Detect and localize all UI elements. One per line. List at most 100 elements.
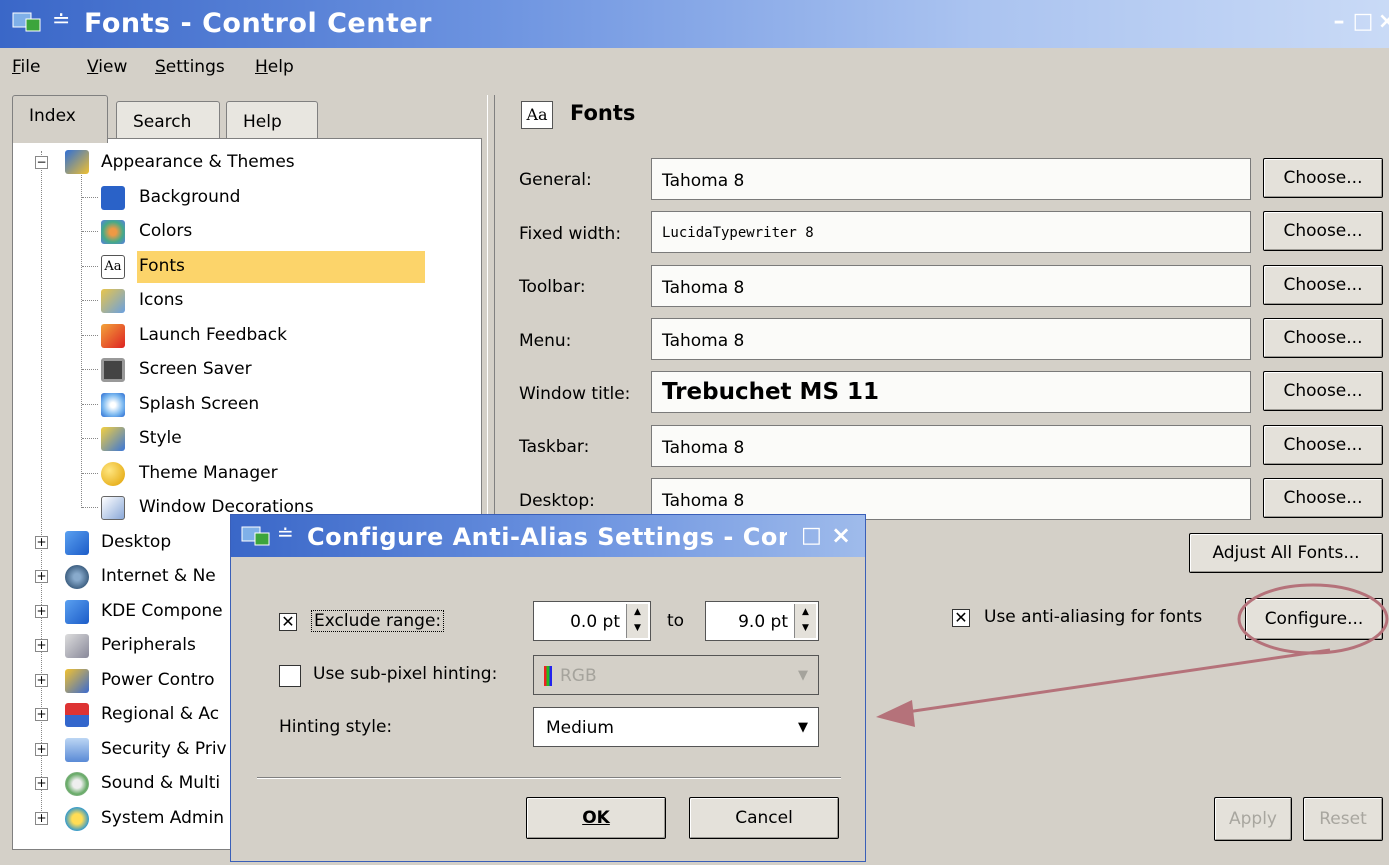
dialog-title: Configure Anti-Alias Settings - Contr — [307, 523, 787, 551]
tree-item-appearance-themes[interactable]: − Appearance & Themes — [13, 145, 481, 180]
splash-screen-icon — [101, 392, 125, 417]
dialog-maximize-icon[interactable]: □ — [801, 523, 822, 548]
expand-icon[interactable]: + — [35, 777, 48, 790]
adjust-all-fonts-button[interactable]: Adjust All Fonts... — [1189, 533, 1383, 573]
security-icon — [65, 737, 89, 762]
tab-help[interactable]: Help — [226, 101, 318, 141]
cancel-button[interactable]: Cancel — [689, 797, 839, 839]
choose-taskbar-button[interactable]: Choose... — [1263, 425, 1383, 465]
tree-label: Colors — [139, 221, 193, 241]
theme-manager-icon — [101, 461, 125, 486]
anti-aliasing-checkbox[interactable]: ✕ — [952, 609, 970, 627]
hinting-style-select[interactable]: Medium ▼ — [533, 707, 819, 747]
minimize-icon[interactable]: – — [1328, 11, 1350, 34]
taskbar-font-field: Tahoma 8 — [651, 425, 1251, 467]
tab-index[interactable]: Index — [12, 95, 108, 143]
tree-item-icons[interactable]: Icons — [13, 283, 481, 318]
hinting-style-value: Medium — [546, 718, 614, 738]
expand-icon[interactable]: + — [35, 639, 48, 652]
menu-label: Menu: — [519, 331, 572, 351]
tree-connector — [82, 265, 98, 267]
menu-file[interactable]: File — [12, 57, 40, 77]
choose-desktop-button[interactable]: Choose... — [1263, 478, 1383, 518]
sound-icon — [65, 772, 89, 796]
expand-icon[interactable]: + — [35, 604, 48, 618]
exclude-to-spinbox[interactable]: 9.0 pt ▲ ▼ — [705, 601, 819, 641]
tree-label: Internet & Ne — [101, 566, 216, 586]
close-icon[interactable]: × — [1376, 11, 1389, 34]
tab-search[interactable]: Search — [116, 101, 220, 141]
tree-item-fonts[interactable]: Aa Fonts — [13, 249, 481, 284]
apply-button[interactable]: Apply — [1214, 797, 1292, 841]
expand-icon[interactable]: + — [35, 742, 48, 756]
chevron-down-icon: ▼ — [798, 720, 808, 735]
tree-item-style[interactable]: Style — [13, 421, 481, 456]
choose-menu-button[interactable]: Choose... — [1263, 318, 1383, 358]
tree-label: Screen Saver — [139, 359, 252, 379]
appearance-themes-icon — [65, 150, 89, 174]
icons-icon — [101, 289, 125, 313]
tree-connector — [82, 300, 98, 301]
dialog-close-icon[interactable]: × — [831, 521, 851, 549]
tree-label: System Admin — [101, 807, 224, 828]
fonts-icon: Aa — [521, 101, 553, 129]
choose-general-button[interactable]: Choose... — [1263, 158, 1383, 198]
subpixel-order-select[interactable]: RGB ▼ — [533, 655, 819, 695]
tree-label: Fonts — [137, 250, 425, 283]
fixed-width-font-field: LucidaTypewriter 8 — [651, 211, 1251, 253]
expand-icon[interactable]: + — [35, 811, 48, 825]
expand-icon[interactable]: + — [35, 673, 48, 687]
toolbar-label: Toolbar: — [519, 277, 586, 297]
tree-item-colors[interactable]: Colors — [13, 214, 481, 249]
system-admin-icon — [65, 806, 89, 831]
screen-saver-icon — [101, 358, 125, 382]
subpixel-hinting-checkbox[interactable] — [279, 665, 301, 687]
tree-item-launch-feedback[interactable]: Launch Feedback — [13, 318, 481, 353]
maximize-icon[interactable]: □ — [1352, 11, 1374, 34]
chevron-down-icon: ▼ — [798, 668, 808, 683]
anti-alias-dialog: ≐ Configure Anti-Alias Settings - Contr … — [230, 514, 866, 862]
choose-window-title-button[interactable]: Choose... — [1263, 371, 1383, 411]
dialog-separator — [257, 777, 841, 779]
tree-item-background[interactable]: Background — [13, 180, 481, 215]
spin-arrows-icon[interactable]: ▲ ▼ — [794, 604, 816, 638]
tree-connector — [82, 472, 98, 474]
sticky-pin-icon[interactable]: ≐ — [52, 8, 70, 33]
window-title-font-field: Trebuchet MS 11 — [651, 371, 1251, 413]
desktop-icon — [65, 530, 89, 555]
menu-settings[interactable]: Settings — [155, 57, 225, 77]
exclude-from-value: 0.0 pt — [570, 612, 620, 632]
tree-item-splash-screen[interactable]: Splash Screen — [13, 387, 481, 422]
peripherals-icon — [65, 634, 89, 658]
tree-item-screen-saver[interactable]: Screen Saver — [13, 352, 481, 387]
reset-button[interactable]: Reset — [1303, 797, 1383, 841]
dialog-app-icon — [241, 526, 270, 546]
tree-label: Peripherals — [101, 635, 196, 655]
subpixel-hinting-label: Use sub-pixel hinting: — [313, 664, 498, 684]
expand-icon[interactable]: + — [35, 535, 48, 549]
ok-button[interactable]: OK — [526, 797, 666, 839]
fonts-icon: Aa — [101, 254, 125, 279]
choose-toolbar-button[interactable]: Choose... — [1263, 265, 1383, 305]
exclude-to-value: 9.0 pt — [738, 612, 788, 632]
tab-search-label: Search — [133, 112, 192, 132]
exclude-range-checkbox[interactable]: ✕ — [279, 613, 297, 631]
dialog-title-bar[interactable]: ≐ Configure Anti-Alias Settings - Contr … — [231, 515, 865, 557]
tree-item-theme-manager[interactable]: Theme Manager — [13, 456, 481, 491]
collapse-icon[interactable]: − — [35, 156, 48, 169]
tree-label: KDE Compone — [101, 600, 223, 621]
configure-button[interactable]: Configure... — [1245, 598, 1383, 640]
spin-arrows-icon[interactable]: ▲ ▼ — [626, 604, 648, 638]
tree-connector — [82, 334, 98, 336]
expand-icon[interactable]: + — [35, 708, 48, 721]
expand-icon[interactable]: + — [35, 570, 48, 583]
exclude-from-spinbox[interactable]: 0.0 pt ▲ ▼ — [533, 601, 651, 641]
dialog-pin-icon[interactable]: ≐ — [277, 521, 294, 545]
background-icon — [101, 185, 125, 210]
window-title-bar[interactable]: ≐ Fonts - Control Center – □ × — [0, 0, 1389, 48]
menu-help[interactable]: Help — [255, 57, 294, 77]
choose-fixed-width-button[interactable]: Choose... — [1263, 211, 1383, 251]
tree-label: Theme Manager — [139, 462, 278, 483]
menu-view[interactable]: View — [87, 57, 127, 77]
regional-flag-icon — [65, 703, 89, 727]
